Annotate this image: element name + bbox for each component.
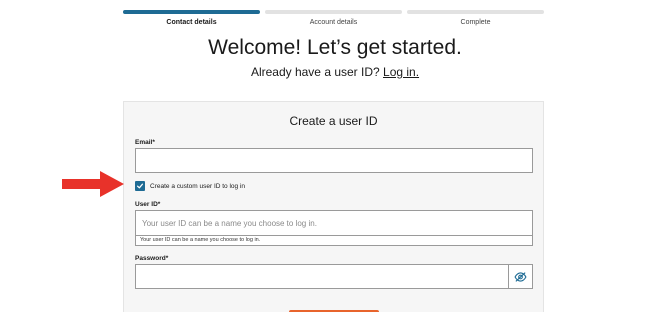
form-title: Create a user ID (289, 114, 378, 128)
email-field[interactable] (135, 148, 533, 173)
user-id-field[interactable]: Your user ID can be a name you choose to… (135, 210, 533, 236)
password-visibility-toggle[interactable] (509, 264, 533, 289)
custom-user-id-checkbox-row[interactable]: Create a custom user ID to log in (135, 181, 245, 191)
step-bar (407, 10, 544, 14)
password-label: Password* (135, 255, 169, 262)
login-prompt: Already have a user ID? Log in. (0, 65, 670, 79)
step-contact-details: Contact details (123, 10, 260, 30)
login-prompt-text: Already have a user ID? (250, 65, 384, 79)
step-label: Contact details (166, 19, 217, 26)
step-account-details: Account details (265, 10, 402, 30)
email-label: Email* (135, 139, 155, 146)
password-field[interactable] (135, 264, 509, 289)
page-title: Welcome! Let’s get started. (208, 36, 462, 59)
progress-stepper: Contact details Account details Complete (123, 10, 544, 30)
step-label: Complete (460, 19, 491, 26)
user-id-hint: Your user ID can be a name you choose to… (135, 236, 533, 246)
step-label: Account details (309, 19, 358, 26)
step-bar (123, 10, 260, 14)
step-complete: Complete (407, 10, 544, 30)
custom-user-id-checkbox-label: Create a custom user ID to log in (150, 182, 246, 190)
custom-user-id-checkbox[interactable] (135, 181, 145, 191)
user-id-label: User ID* (135, 201, 161, 208)
login-link[interactable]: Log in. (383, 65, 419, 79)
step-bar (265, 10, 402, 14)
create-user-id-form: Create a user ID Email* Create a custom … (123, 101, 544, 312)
red-arrow-icon (62, 171, 124, 197)
eye-slash-icon (514, 271, 527, 282)
checkmark-icon (136, 183, 144, 189)
